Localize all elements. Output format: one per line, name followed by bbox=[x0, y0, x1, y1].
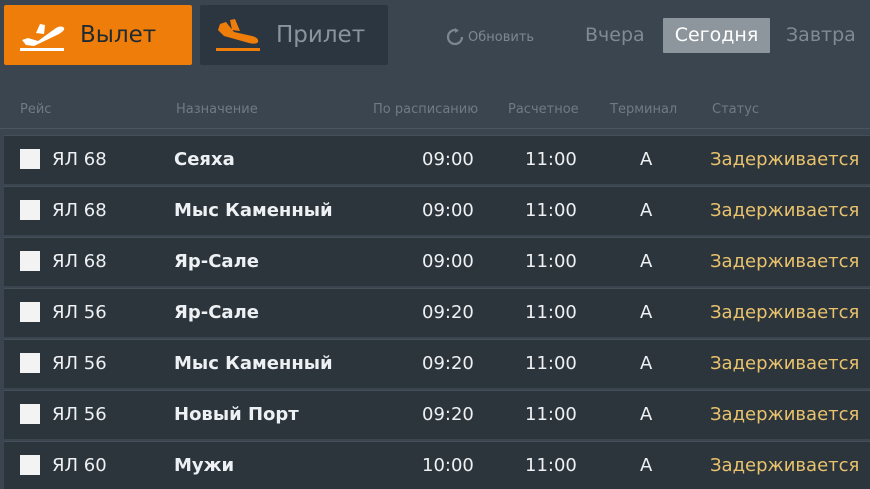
airline-logo-icon bbox=[20, 251, 40, 271]
day-tomorrow[interactable]: Завтра bbox=[786, 18, 856, 53]
tab-departure-label: Вылет bbox=[80, 22, 157, 48]
airline-logo-icon bbox=[20, 149, 40, 169]
column-header-status: Статус bbox=[712, 102, 760, 117]
flight-number: ЯЛ 56 bbox=[52, 353, 107, 374]
destination: Мыс Каменный bbox=[174, 200, 333, 221]
scheduled-time: 09:20 bbox=[422, 404, 474, 425]
status-badge: Задерживается bbox=[710, 251, 860, 272]
destination: Яр-Сале bbox=[174, 251, 259, 272]
header-divider bbox=[0, 128, 870, 129]
top-bar: Вылет Прилет Обновить Вчера Сегодня Завт… bbox=[0, 0, 870, 72]
airline-logo-icon bbox=[20, 404, 40, 424]
column-header-scheduled: По расписанию bbox=[373, 102, 479, 117]
day-yesterday[interactable]: Вчера bbox=[585, 18, 645, 53]
estimated-time: 11:00 bbox=[525, 302, 577, 323]
terminal: А bbox=[640, 302, 653, 323]
plane-departure-icon bbox=[20, 24, 65, 51]
plane-arrival-icon bbox=[216, 19, 260, 51]
estimated-time: 11:00 bbox=[525, 251, 577, 272]
tab-departure[interactable]: Вылет bbox=[4, 5, 192, 65]
flight-number: ЯЛ 56 bbox=[52, 404, 107, 425]
status-badge: Задерживается bbox=[710, 200, 860, 221]
airline-logo-icon bbox=[20, 353, 40, 373]
tab-arrival[interactable]: Прилет bbox=[200, 5, 388, 65]
destination: Сеяха bbox=[174, 149, 235, 170]
airline-logo-icon bbox=[20, 455, 40, 475]
terminal: А bbox=[640, 404, 653, 425]
flight-number: ЯЛ 68 bbox=[52, 149, 107, 170]
scheduled-time: 09:00 bbox=[422, 251, 474, 272]
status-badge: Задерживается bbox=[710, 302, 860, 323]
tab-arrival-label: Прилет bbox=[276, 22, 366, 48]
status-badge: Задерживается bbox=[710, 353, 860, 374]
estimated-time: 11:00 bbox=[525, 200, 577, 221]
scheduled-time: 09:00 bbox=[422, 149, 474, 170]
column-header-destination: Назначение bbox=[176, 102, 258, 117]
flight-number: ЯЛ 60 bbox=[52, 455, 107, 476]
refresh-icon bbox=[446, 28, 464, 46]
scheduled-time: 09:20 bbox=[422, 353, 474, 374]
day-today[interactable]: Сегодня bbox=[663, 18, 770, 53]
flight-number: ЯЛ 56 bbox=[52, 302, 107, 323]
estimated-time: 11:00 bbox=[525, 149, 577, 170]
status-badge: Задерживается bbox=[710, 149, 860, 170]
table-row[interactable]: ЯЛ 56 Яр-Сале 09:20 11:00 А Задерживаетс… bbox=[4, 288, 870, 337]
scheduled-time: 09:00 bbox=[422, 200, 474, 221]
airline-logo-icon bbox=[20, 302, 40, 322]
refresh-label: Обновить bbox=[468, 29, 535, 45]
terminal: А bbox=[640, 200, 653, 221]
status-badge: Задерживается bbox=[710, 455, 860, 476]
table-row[interactable]: ЯЛ 68 Сеяха 09:00 11:00 А Задерживается bbox=[4, 135, 870, 184]
refresh-button[interactable]: Обновить bbox=[446, 26, 534, 48]
column-header-estimated: Расчетное bbox=[508, 102, 579, 117]
status-badge: Задерживается bbox=[710, 404, 860, 425]
scheduled-time: 09:20 bbox=[422, 302, 474, 323]
table-row[interactable]: ЯЛ 68 Мыс Каменный 09:00 11:00 А Задержи… bbox=[4, 186, 870, 235]
column-header-flight: Рейс bbox=[20, 102, 52, 117]
table-row[interactable]: ЯЛ 68 Яр-Сале 09:00 11:00 А Задерживаетс… bbox=[4, 237, 870, 286]
table-row[interactable]: ЯЛ 56 Мыс Каменный 09:20 11:00 А Задержи… bbox=[4, 339, 870, 388]
terminal: А bbox=[640, 149, 653, 170]
column-header-terminal: Терминал bbox=[610, 102, 678, 117]
destination: Мыс Каменный bbox=[174, 353, 333, 374]
table-row[interactable]: ЯЛ 60 Мужи 10:00 11:00 А Задерживается bbox=[4, 441, 870, 489]
terminal: А bbox=[640, 353, 653, 374]
estimated-time: 11:00 bbox=[525, 455, 577, 476]
destination: Новый Порт bbox=[174, 404, 299, 425]
flight-number: ЯЛ 68 bbox=[52, 200, 107, 221]
terminal: А bbox=[640, 251, 653, 272]
flight-board: Вылет Прилет Обновить Вчера Сегодня Завт… bbox=[0, 0, 870, 489]
airline-logo-icon bbox=[20, 200, 40, 220]
terminal: А bbox=[640, 455, 653, 476]
destination: Яр-Сале bbox=[174, 302, 259, 323]
table-row[interactable]: ЯЛ 56 Новый Порт 09:20 11:00 А Задержива… bbox=[4, 390, 870, 439]
estimated-time: 11:00 bbox=[525, 404, 577, 425]
destination: Мужи bbox=[174, 455, 235, 476]
estimated-time: 11:00 bbox=[525, 353, 577, 374]
flights-table: ЯЛ 68 Сеяха 09:00 11:00 А Задерживается … bbox=[4, 135, 870, 489]
scheduled-time: 10:00 bbox=[422, 455, 474, 476]
flight-number: ЯЛ 68 bbox=[52, 251, 107, 272]
